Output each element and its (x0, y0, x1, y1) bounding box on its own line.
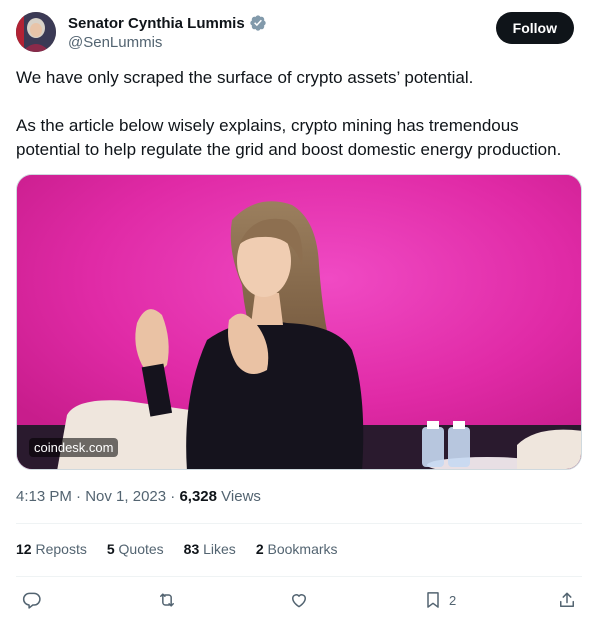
bookmark-button[interactable]: 2 (423, 590, 456, 610)
bookmarks-count: 2 (255, 541, 264, 557)
verified-badge-icon (250, 15, 266, 31)
views-count: 6,328 (179, 488, 217, 505)
reposts-label: Reposts (35, 541, 87, 557)
tweet-header: Senator Cynthia Lummis @SenLummis Follow (16, 12, 582, 54)
share-button[interactable] (557, 590, 577, 610)
likes-count: 83 (183, 541, 200, 557)
share-icon (560, 592, 574, 607)
reply-icon (22, 592, 41, 609)
tweet-text: We have only scraped the surface of cryp… (16, 66, 586, 162)
media-source-label[interactable]: coindesk.com (29, 438, 119, 457)
meta-separator: · (71, 488, 86, 505)
bookmark-count: 2 (449, 592, 457, 608)
reposts-count: 12 (16, 541, 32, 557)
tweet-time[interactable]: 4:13 PM (16, 488, 72, 505)
meta-separator-2: · (166, 488, 180, 505)
bookmark-icon (427, 592, 439, 608)
follow-button[interactable]: Follow (495, 12, 574, 44)
repost-icon (160, 593, 174, 607)
action-bar: 2 (16, 590, 582, 614)
like-button[interactable] (289, 590, 309, 610)
avatar[interactable] (16, 12, 56, 52)
quotes-stat[interactable]: 5 Quotes (107, 541, 164, 557)
repost-button[interactable] (157, 590, 177, 610)
views-label: Views (221, 488, 261, 505)
divider (16, 523, 582, 524)
engagement-stats: 12 Reposts 5 Quotes 83 Likes 2 Bookmarks (16, 541, 358, 557)
tweet-paragraph-1: We have only scraped the surface of cryp… (16, 68, 474, 87)
likes-stat[interactable]: 83 Likes (184, 541, 236, 557)
bookmarks-label: Bookmarks (267, 541, 338, 557)
tweet-date[interactable]: Nov 1, 2023 (85, 488, 166, 505)
media-card[interactable]: coindesk.com (16, 174, 582, 470)
divider (16, 576, 582, 577)
reply-button[interactable] (22, 590, 42, 610)
display-name[interactable]: Senator Cynthia Lummis (68, 15, 245, 32)
bookmarks-stat[interactable]: 2 Bookmarks (256, 541, 338, 557)
user-handle[interactable]: @SenLummis (68, 34, 267, 51)
quotes-count: 5 (106, 541, 115, 557)
quotes-label: Quotes (118, 541, 164, 557)
heart-icon (292, 594, 306, 608)
reposts-stat[interactable]: 12 Reposts (16, 541, 87, 557)
media-image (17, 175, 581, 469)
tweet-meta: 4:13 PM · Nov 1, 2023 · 6,328 Views (16, 488, 261, 505)
likes-label: Likes (203, 541, 236, 557)
tweet-paragraph-2: As the article below wisely explains, cr… (16, 116, 562, 159)
